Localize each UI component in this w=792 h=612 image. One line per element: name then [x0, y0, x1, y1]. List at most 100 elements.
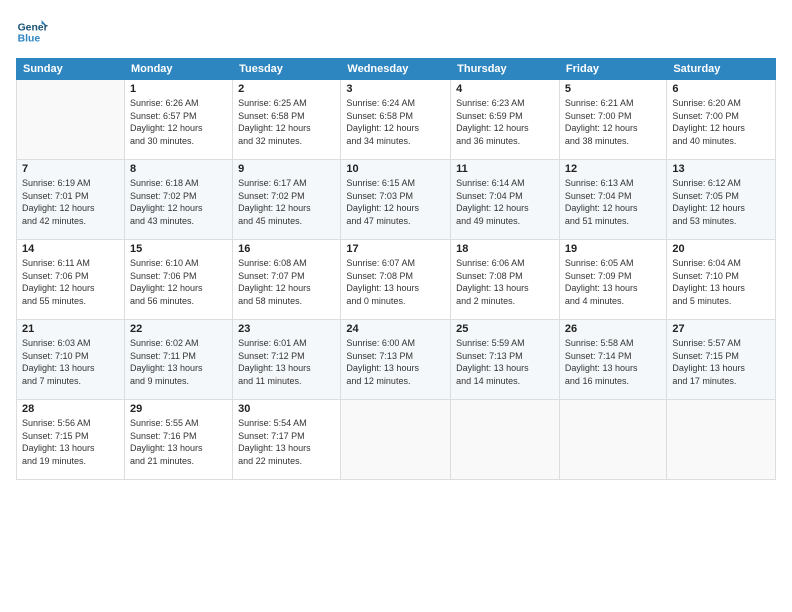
- calendar-cell: [451, 400, 560, 480]
- day-info: Sunrise: 6:20 AM Sunset: 7:00 PM Dayligh…: [672, 97, 770, 147]
- day-info: Sunrise: 6:26 AM Sunset: 6:57 PM Dayligh…: [130, 97, 227, 147]
- day-number: 18: [456, 243, 554, 255]
- day-info: Sunrise: 6:05 AM Sunset: 7:09 PM Dayligh…: [565, 257, 661, 307]
- calendar-cell: 3 Sunrise: 6:24 AM Sunset: 6:58 PM Daylig…: [341, 80, 451, 160]
- day-number: 17: [346, 243, 445, 255]
- calendar-cell: 20 Sunrise: 6:04 AM Sunset: 7:10 PM Dayli…: [667, 240, 776, 320]
- calendar-cell: [667, 400, 776, 480]
- calendar-cell: 7Sunrise: 6:19 AM Sunset: 7:01 PM Daylig…: [17, 160, 125, 240]
- calendar-cell: 24 Sunrise: 6:00 AM Sunset: 7:13 PM Dayli…: [341, 320, 451, 400]
- day-number: 20: [672, 243, 770, 255]
- calendar-cell: 27 Sunrise: 5:57 AM Sunset: 7:15 PM Dayli…: [667, 320, 776, 400]
- day-info: Sunrise: 6:02 AM Sunset: 7:11 PM Dayligh…: [130, 337, 227, 387]
- day-number: 4: [456, 83, 554, 95]
- weekday-header-sunday: Sunday: [17, 59, 125, 80]
- calendar-cell: 12Sunrise: 6:13 AM Sunset: 7:04 PM Dayli…: [559, 160, 666, 240]
- calendar-cell: 23 Sunrise: 6:01 AM Sunset: 7:12 PM Dayli…: [233, 320, 341, 400]
- day-number: 2: [238, 83, 335, 95]
- calendar-cell: 16 Sunrise: 6:08 AM Sunset: 7:07 PM Dayli…: [233, 240, 341, 320]
- day-number: 14: [22, 243, 119, 255]
- calendar-cell: 8Sunrise: 6:18 AM Sunset: 7:02 PM Daylig…: [124, 160, 232, 240]
- page: General Blue SundayMondayTuesdayWednesda…: [0, 0, 792, 612]
- day-info: Sunrise: 6:14 AM Sunset: 7:04 PM Dayligh…: [456, 177, 554, 227]
- calendar-cell: 28 Sunrise: 5:56 AM Sunset: 7:15 PM Dayli…: [17, 400, 125, 480]
- calendar-cell: [17, 80, 125, 160]
- day-info: Sunrise: 6:07 AM Sunset: 7:08 PM Dayligh…: [346, 257, 445, 307]
- day-number: 30: [238, 403, 335, 415]
- calendar-cell: 25Sunrise: 5:59 AM Sunset: 7:13 PM Dayli…: [451, 320, 560, 400]
- day-number: 29: [130, 403, 227, 415]
- day-number: 19: [565, 243, 661, 255]
- day-number: 9: [238, 163, 335, 175]
- svg-text:Blue: Blue: [18, 34, 41, 45]
- calendar-cell: 5Sunrise: 6:21 AM Sunset: 7:00 PM Daylig…: [559, 80, 666, 160]
- day-info: Sunrise: 6:03 AM Sunset: 7:10 PM Dayligh…: [22, 337, 119, 387]
- day-info: Sunrise: 6:10 AM Sunset: 7:06 PM Dayligh…: [130, 257, 227, 307]
- calendar-cell: 9 Sunrise: 6:17 AM Sunset: 7:02 PM Daylig…: [233, 160, 341, 240]
- day-info: Sunrise: 6:25 AM Sunset: 6:58 PM Dayligh…: [238, 97, 335, 147]
- day-number: 24: [346, 323, 445, 335]
- day-number: 23: [238, 323, 335, 335]
- day-number: 27: [672, 323, 770, 335]
- day-info: Sunrise: 6:19 AM Sunset: 7:01 PM Dayligh…: [22, 177, 119, 227]
- day-info: Sunrise: 6:24 AM Sunset: 6:58 PM Dayligh…: [346, 97, 445, 147]
- header: General Blue: [16, 16, 776, 48]
- day-info: Sunrise: 6:21 AM Sunset: 7:00 PM Dayligh…: [565, 97, 661, 147]
- day-number: 21: [22, 323, 119, 335]
- weekday-header-friday: Friday: [559, 59, 666, 80]
- calendar-week-row: 14 Sunrise: 6:11 AM Sunset: 7:06 PM Dayli…: [17, 240, 776, 320]
- day-number: 1: [130, 83, 227, 95]
- day-number: 22: [130, 323, 227, 335]
- calendar-cell: 30 Sunrise: 5:54 AM Sunset: 7:17 PM Dayli…: [233, 400, 341, 480]
- day-info: Sunrise: 6:08 AM Sunset: 7:07 PM Dayligh…: [238, 257, 335, 307]
- calendar-cell: 6Sunrise: 6:20 AM Sunset: 7:00 PM Daylig…: [667, 80, 776, 160]
- calendar-week-row: 1 Sunrise: 6:26 AM Sunset: 6:57 PM Daylig…: [17, 80, 776, 160]
- calendar-cell: 29 Sunrise: 5:55 AM Sunset: 7:16 PM Dayli…: [124, 400, 232, 480]
- day-number: 26: [565, 323, 661, 335]
- day-info: Sunrise: 6:01 AM Sunset: 7:12 PM Dayligh…: [238, 337, 335, 387]
- day-info: Sunrise: 5:58 AM Sunset: 7:14 PM Dayligh…: [565, 337, 661, 387]
- day-info: Sunrise: 6:00 AM Sunset: 7:13 PM Dayligh…: [346, 337, 445, 387]
- logo: General Blue: [16, 16, 52, 48]
- calendar-cell: 19 Sunrise: 6:05 AM Sunset: 7:09 PM Dayli…: [559, 240, 666, 320]
- calendar-cell: 10 Sunrise: 6:15 AM Sunset: 7:03 PM Dayli…: [341, 160, 451, 240]
- day-info: Sunrise: 6:11 AM Sunset: 7:06 PM Dayligh…: [22, 257, 119, 307]
- calendar-cell: 22 Sunrise: 6:02 AM Sunset: 7:11 PM Dayli…: [124, 320, 232, 400]
- calendar-table: SundayMondayTuesdayWednesdayThursdayFrid…: [16, 58, 776, 480]
- calendar-cell: 18 Sunrise: 6:06 AM Sunset: 7:08 PM Dayli…: [451, 240, 560, 320]
- day-number: 25: [456, 323, 554, 335]
- day-info: Sunrise: 6:12 AM Sunset: 7:05 PM Dayligh…: [672, 177, 770, 227]
- weekday-header-row: SundayMondayTuesdayWednesdayThursdayFrid…: [17, 59, 776, 80]
- calendar-cell: 4 Sunrise: 6:23 AM Sunset: 6:59 PM Daylig…: [451, 80, 560, 160]
- calendar-cell: 11 Sunrise: 6:14 AM Sunset: 7:04 PM Dayli…: [451, 160, 560, 240]
- day-info: Sunrise: 5:55 AM Sunset: 7:16 PM Dayligh…: [130, 417, 227, 467]
- logo-icon: General Blue: [16, 16, 48, 48]
- day-number: 3: [346, 83, 445, 95]
- day-info: Sunrise: 6:06 AM Sunset: 7:08 PM Dayligh…: [456, 257, 554, 307]
- calendar-cell: 2 Sunrise: 6:25 AM Sunset: 6:58 PM Daylig…: [233, 80, 341, 160]
- weekday-header-wednesday: Wednesday: [341, 59, 451, 80]
- day-info: Sunrise: 6:15 AM Sunset: 7:03 PM Dayligh…: [346, 177, 445, 227]
- day-number: 13: [672, 163, 770, 175]
- calendar-cell: 15Sunrise: 6:10 AM Sunset: 7:06 PM Dayli…: [124, 240, 232, 320]
- day-info: Sunrise: 6:23 AM Sunset: 6:59 PM Dayligh…: [456, 97, 554, 147]
- day-number: 11: [456, 163, 554, 175]
- weekday-header-saturday: Saturday: [667, 59, 776, 80]
- day-number: 8: [130, 163, 227, 175]
- calendar-cell: 1 Sunrise: 6:26 AM Sunset: 6:57 PM Daylig…: [124, 80, 232, 160]
- calendar-cell: [341, 400, 451, 480]
- day-info: Sunrise: 6:17 AM Sunset: 7:02 PM Dayligh…: [238, 177, 335, 227]
- day-number: 10: [346, 163, 445, 175]
- day-info: Sunrise: 5:57 AM Sunset: 7:15 PM Dayligh…: [672, 337, 770, 387]
- calendar-cell: 21 Sunrise: 6:03 AM Sunset: 7:10 PM Dayli…: [17, 320, 125, 400]
- day-info: Sunrise: 6:04 AM Sunset: 7:10 PM Dayligh…: [672, 257, 770, 307]
- calendar-cell: 14 Sunrise: 6:11 AM Sunset: 7:06 PM Dayli…: [17, 240, 125, 320]
- day-info: Sunrise: 5:56 AM Sunset: 7:15 PM Dayligh…: [22, 417, 119, 467]
- day-number: 28: [22, 403, 119, 415]
- weekday-header-thursday: Thursday: [451, 59, 560, 80]
- day-info: Sunrise: 5:54 AM Sunset: 7:17 PM Dayligh…: [238, 417, 335, 467]
- calendar-cell: 17 Sunrise: 6:07 AM Sunset: 7:08 PM Dayli…: [341, 240, 451, 320]
- calendar-cell: [559, 400, 666, 480]
- day-number: 16: [238, 243, 335, 255]
- calendar-week-row: 28 Sunrise: 5:56 AM Sunset: 7:15 PM Dayli…: [17, 400, 776, 480]
